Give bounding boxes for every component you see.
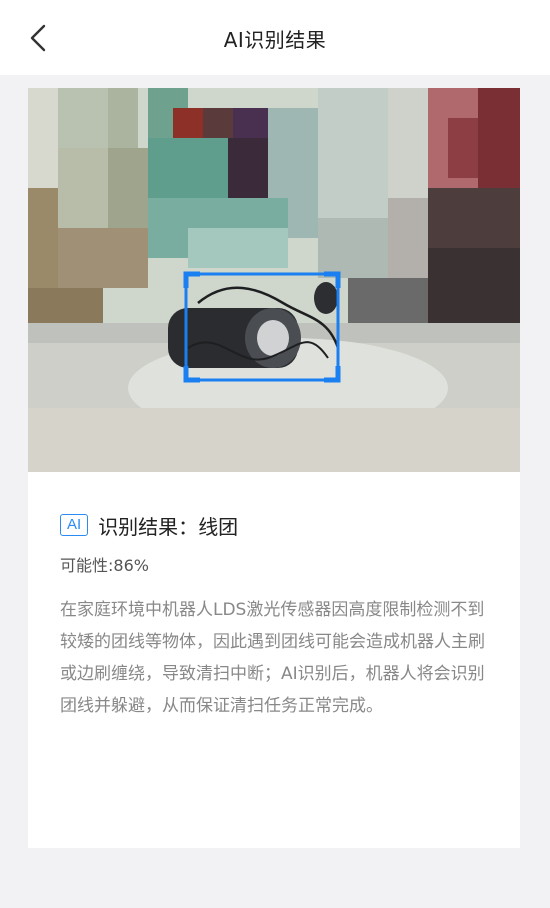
result-label: 识别结果： <box>98 514 199 539</box>
camera-image <box>28 88 520 472</box>
result-description: 在家庭环境中机器人LDS激光传感器因高度限制检测不到较矮的团线等物体，因此遇到团… <box>60 600 485 716</box>
result-row: AI 识别结果： 线团 <box>60 510 496 540</box>
ai-badge: AI <box>60 514 89 536</box>
page-title: AI识别结果 <box>223 28 327 52</box>
result-card: AI 识别结果： 线团 可能性:86% 在家庭环境中机器人LDS激光传感器因高度… <box>28 88 520 848</box>
probability-row: 可能性:86% <box>60 552 496 575</box>
nav-bar: AI识别结果 <box>0 0 550 75</box>
result-value: 线团 <box>198 514 239 539</box>
probability-value: 86% <box>113 556 149 575</box>
probability-label: 可能性: <box>60 556 114 575</box>
result-content: AI 识别结果： 线团 可能性:86% 在家庭环境中机器人LDS激光传感器因高度… <box>60 510 496 722</box>
